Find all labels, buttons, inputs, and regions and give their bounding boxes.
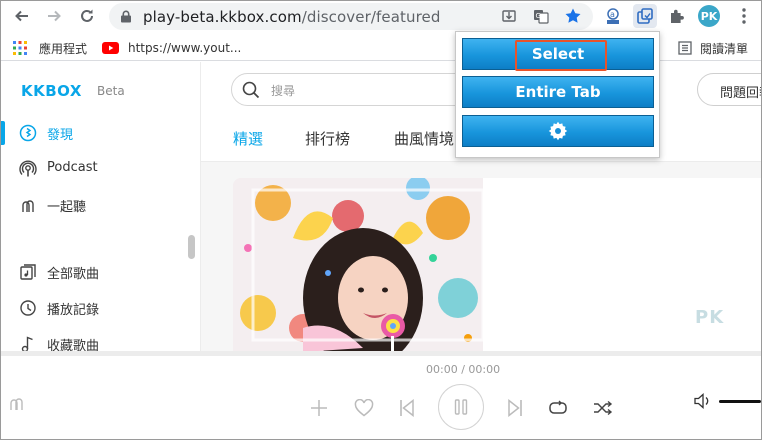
bookmark-youtube[interactable]: https://www.yout... (102, 39, 241, 57)
podcast-icon (17, 158, 39, 180)
youtube-icon (102, 42, 119, 54)
sidebar-item-listen-together[interactable]: 一起聽 (1, 193, 200, 217)
add-button[interactable] (309, 398, 329, 418)
tab-charts[interactable]: 排行榜 (305, 128, 350, 149)
sidebar-item-podcast[interactable]: Podcast (1, 157, 200, 181)
svg-text:G: G (536, 12, 541, 20)
sidebar-item-all-songs[interactable]: 全部歌曲 (1, 260, 200, 284)
extensions-puzzle-icon[interactable] (665, 4, 689, 28)
browser-menu-button[interactable] (732, 4, 756, 28)
featured-banner[interactable] (233, 178, 761, 352)
skip-previous-icon (400, 399, 414, 417)
active-indicator (1, 121, 5, 145)
pause-icon (454, 399, 468, 415)
history-icon (17, 297, 39, 319)
entire-tab-button[interactable]: Entire Tab (462, 76, 654, 108)
tab-featured[interactable]: 精選 (233, 128, 263, 149)
next-button[interactable] (505, 398, 525, 418)
search-icon (242, 81, 260, 99)
svg-text:a: a (610, 10, 615, 19)
select-button[interactable]: Select (462, 38, 654, 71)
previous-button[interactable] (397, 398, 417, 418)
beta-badge: Beta (97, 84, 125, 98)
address-bar[interactable]: play-beta.kkbox.com/discover/featured G (109, 3, 593, 30)
extension-a-icon[interactable]: a (601, 4, 625, 28)
shuffle-button[interactable] (592, 398, 614, 418)
bookmark-label: 應用程式 (39, 41, 88, 56)
playback-time: 00:00 / 00:00 (426, 363, 501, 376)
featured-banner-image (233, 178, 483, 352)
settings-button[interactable] (462, 115, 654, 147)
volume-icon (694, 393, 709, 409)
kkbox-logo[interactable]: KKBOX (21, 82, 82, 100)
install-app-icon[interactable] (501, 8, 517, 28)
kkbox-sidebar: KKBOX Beta 發現 Podcast 一起聽 全部歌曲 播放記錄 收藏歌曲 (1, 62, 201, 354)
heart-icon (354, 399, 374, 417)
url-host: play-beta.kkbox.com (143, 8, 302, 26)
bookmark-label: https://www.yout... (128, 41, 242, 55)
volume-button[interactable] (693, 392, 713, 410)
repeat-icon (549, 400, 567, 414)
volume-slider[interactable] (719, 400, 761, 403)
reading-list-button[interactable]: 閱讀清單 (678, 39, 748, 57)
translate-icon[interactable]: G (533, 8, 549, 28)
tab-genres[interactable]: 曲風情境 (394, 128, 454, 149)
apps-grid-icon (13, 41, 27, 55)
sidebar-item-label: 發現 (47, 128, 74, 143)
sidebar-item-label: 全部歌曲 (47, 267, 100, 282)
shuffle-icon (594, 400, 613, 416)
bookmark-apps[interactable]: 應用程式 (13, 39, 87, 57)
screenshot-extension-popup: Select Entire Tab (455, 31, 660, 158)
reload-button[interactable] (76, 5, 98, 27)
sidebar-item-label: 一起聽 (47, 200, 87, 215)
like-button[interactable] (353, 398, 375, 418)
url-text: play-beta.kkbox.com/discover/featured (143, 8, 441, 26)
sidebar-item-label: 播放記錄 (47, 303, 100, 318)
listen-together-icon (17, 194, 39, 216)
plus-icon (311, 400, 327, 416)
search-placeholder: 搜尋 (271, 84, 296, 98)
sidebar-item-history[interactable]: 播放記錄 (1, 296, 200, 320)
reload-icon (81, 9, 93, 22)
sidebar-item-discover[interactable]: 發現 (1, 121, 200, 145)
url-path: /discover/featured (301, 8, 441, 26)
screenshot-extension-icon[interactable] (633, 4, 657, 28)
sidebar-item-label: Podcast (47, 160, 98, 175)
back-arrow-icon (15, 10, 28, 22)
reading-list-icon (678, 41, 692, 55)
sidebar-scrollbar[interactable] (188, 235, 195, 259)
discover-icon (17, 122, 39, 144)
back-button[interactable] (11, 5, 33, 27)
browser-window: play-beta.kkbox.com/discover/featured G … (0, 0, 762, 440)
more-vert-icon (742, 8, 746, 24)
profile-avatar[interactable]: PK (698, 5, 720, 27)
play-pause-button[interactable] (438, 384, 484, 430)
all-songs-icon (17, 261, 39, 283)
browser-toolbar: play-beta.kkbox.com/discover/featured G … (1, 1, 761, 33)
gear-icon (548, 121, 568, 141)
reading-list-label: 閱讀清單 (700, 41, 749, 56)
watermark: PK (695, 307, 725, 328)
forward-arrow-icon (48, 10, 61, 22)
lock-icon (121, 10, 131, 23)
bookmark-star-icon[interactable] (564, 7, 582, 29)
report-issue-button[interactable]: 問題回報 (697, 73, 761, 106)
player-bar: 00:00 / 00:00 (1, 356, 761, 439)
listen-together-player-icon[interactable] (7, 393, 27, 413)
repeat-button[interactable] (547, 398, 569, 418)
search-input[interactable]: 搜尋 (231, 73, 481, 106)
forward-button[interactable] (43, 5, 65, 27)
skip-next-icon (508, 399, 522, 417)
